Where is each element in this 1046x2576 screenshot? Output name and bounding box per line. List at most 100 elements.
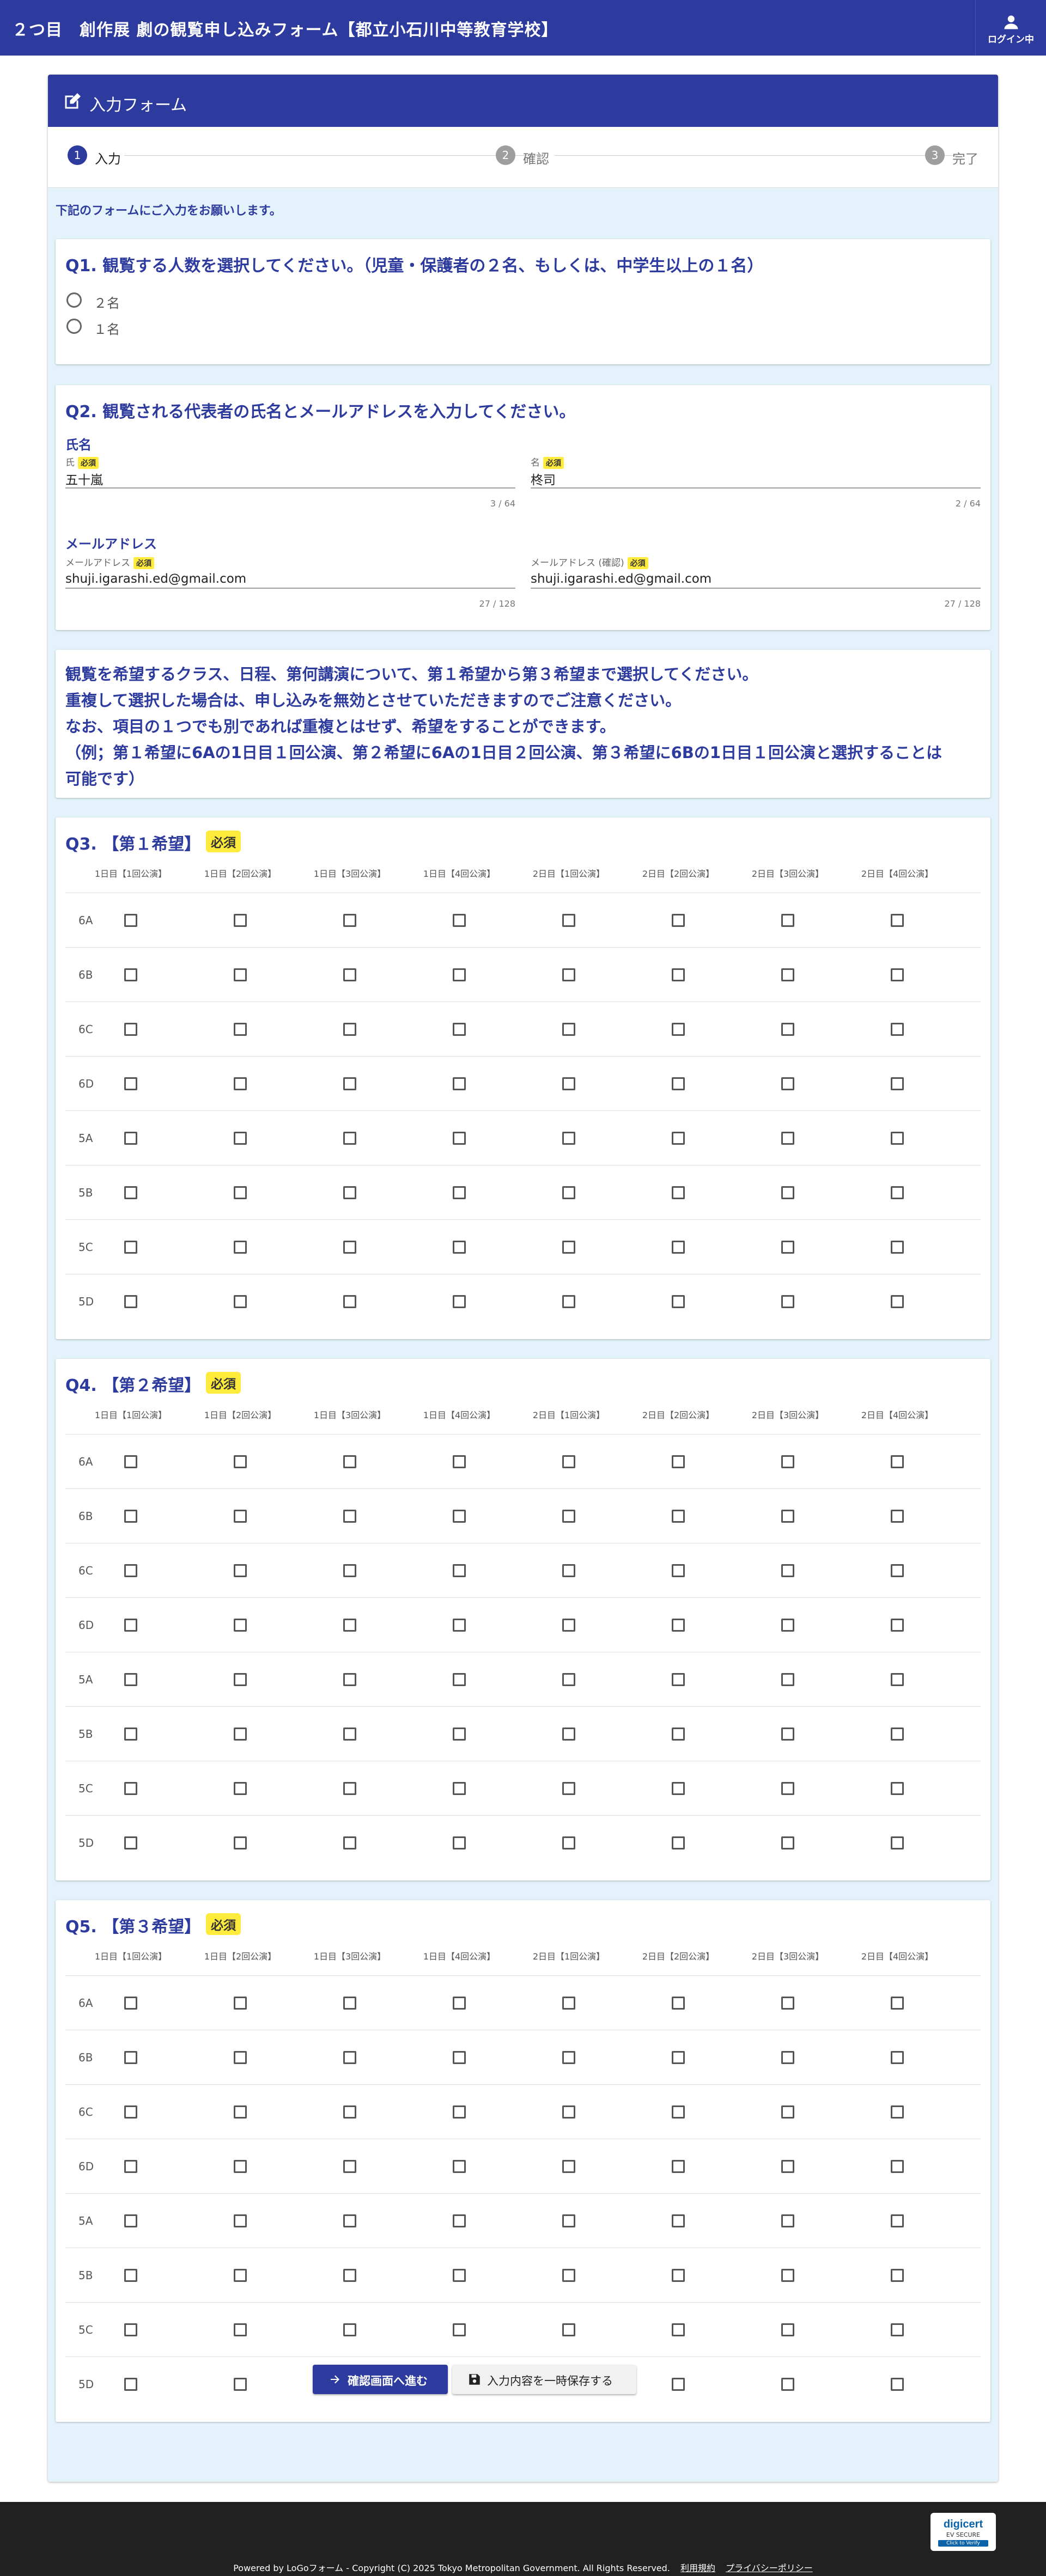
grid-checkbox[interactable] <box>562 2323 575 2336</box>
grid-checkbox[interactable] <box>781 1619 794 1632</box>
grid-checkbox[interactable] <box>234 1455 247 1468</box>
grid-checkbox[interactable] <box>672 2214 685 2227</box>
grid-checkbox[interactable] <box>672 2323 685 2336</box>
grid-checkbox[interactable] <box>234 1564 247 1577</box>
first-name-input[interactable] <box>531 470 981 489</box>
login-status-button[interactable]: ログイン中 <box>975 0 1046 56</box>
grid-checkbox[interactable] <box>781 2269 794 2282</box>
grid-checkbox[interactable] <box>781 1455 794 1468</box>
grid-checkbox[interactable] <box>781 2105 794 2119</box>
grid-checkbox[interactable] <box>672 2160 685 2173</box>
grid-checkbox[interactable] <box>234 2378 247 2391</box>
grid-checkbox[interactable] <box>562 1023 575 1036</box>
grid-checkbox[interactable] <box>453 2323 466 2336</box>
grid-checkbox[interactable] <box>781 1673 794 1686</box>
grid-checkbox[interactable] <box>234 2269 247 2282</box>
grid-checkbox[interactable] <box>343 1564 356 1577</box>
grid-checkbox[interactable] <box>343 2051 356 2064</box>
grid-checkbox[interactable] <box>891 1619 904 1632</box>
grid-checkbox[interactable] <box>343 1455 356 1468</box>
grid-checkbox[interactable] <box>343 1619 356 1632</box>
grid-checkbox[interactable] <box>562 2269 575 2282</box>
grid-checkbox[interactable] <box>453 1295 466 1308</box>
grid-checkbox[interactable] <box>234 1782 247 1795</box>
grid-checkbox[interactable] <box>891 1673 904 1686</box>
grid-checkbox[interactable] <box>562 914 575 927</box>
grid-checkbox[interactable] <box>124 2051 137 2064</box>
grid-checkbox[interactable] <box>562 1673 575 1686</box>
grid-checkbox[interactable] <box>234 968 247 981</box>
grid-checkbox[interactable] <box>562 1997 575 2010</box>
grid-checkbox[interactable] <box>891 914 904 927</box>
grid-checkbox[interactable] <box>343 1186 356 1199</box>
grid-checkbox[interactable] <box>124 1782 137 1795</box>
grid-checkbox[interactable] <box>781 2051 794 2064</box>
grid-checkbox[interactable] <box>453 2105 466 2119</box>
grid-checkbox[interactable] <box>781 2323 794 2336</box>
email-input[interactable] <box>65 570 515 589</box>
grid-checkbox[interactable] <box>124 1727 137 1741</box>
grid-checkbox[interactable] <box>124 968 137 981</box>
grid-checkbox[interactable] <box>453 1132 466 1145</box>
grid-checkbox[interactable] <box>562 1510 575 1523</box>
grid-checkbox[interactable] <box>672 1132 685 1145</box>
grid-checkbox[interactable] <box>891 2214 904 2227</box>
grid-checkbox[interactable] <box>234 2214 247 2227</box>
grid-checkbox[interactable] <box>781 1132 794 1145</box>
grid-checkbox[interactable] <box>234 2323 247 2336</box>
grid-checkbox[interactable] <box>234 1295 247 1308</box>
grid-checkbox[interactable] <box>562 2105 575 2119</box>
grid-checkbox[interactable] <box>234 1132 247 1145</box>
grid-checkbox[interactable] <box>453 2214 466 2227</box>
grid-checkbox[interactable] <box>891 1455 904 1468</box>
grid-checkbox[interactable] <box>562 1727 575 1741</box>
grid-checkbox[interactable] <box>672 2105 685 2119</box>
grid-checkbox[interactable] <box>672 1673 685 1686</box>
grid-checkbox[interactable] <box>781 914 794 927</box>
grid-checkbox[interactable] <box>672 2051 685 2064</box>
grid-checkbox[interactable] <box>234 2051 247 2064</box>
grid-checkbox[interactable] <box>343 1673 356 1686</box>
grid-checkbox[interactable] <box>124 1997 137 2010</box>
grid-checkbox[interactable] <box>562 1077 575 1090</box>
grid-checkbox[interactable] <box>562 1619 575 1632</box>
grid-checkbox[interactable] <box>453 1782 466 1795</box>
grid-checkbox[interactable] <box>453 1997 466 2010</box>
grid-checkbox[interactable] <box>781 1241 794 1254</box>
grid-checkbox[interactable] <box>124 1077 137 1090</box>
grid-checkbox[interactable] <box>891 1295 904 1308</box>
grid-checkbox[interactable] <box>234 1997 247 2010</box>
grid-checkbox[interactable] <box>562 1782 575 1795</box>
grid-checkbox[interactable] <box>562 1241 575 1254</box>
grid-checkbox[interactable] <box>781 1564 794 1577</box>
grid-checkbox[interactable] <box>124 2323 137 2336</box>
grid-checkbox[interactable] <box>343 1132 356 1145</box>
grid-checkbox[interactable] <box>562 1186 575 1199</box>
grid-checkbox[interactable] <box>234 1510 247 1523</box>
grid-checkbox[interactable] <box>672 1077 685 1090</box>
grid-checkbox[interactable] <box>672 2378 685 2391</box>
grid-checkbox[interactable] <box>781 1510 794 1523</box>
grid-checkbox[interactable] <box>124 2105 137 2119</box>
grid-checkbox[interactable] <box>234 1241 247 1254</box>
grid-checkbox[interactable] <box>891 1132 904 1145</box>
grid-checkbox[interactable] <box>453 1186 466 1199</box>
grid-checkbox[interactable] <box>124 1455 137 1468</box>
grid-checkbox[interactable] <box>453 1455 466 1468</box>
grid-checkbox[interactable] <box>672 1455 685 1468</box>
grid-checkbox[interactable] <box>891 1077 904 1090</box>
grid-checkbox[interactable] <box>891 2378 904 2391</box>
grid-checkbox[interactable] <box>672 1564 685 1577</box>
grid-checkbox[interactable] <box>562 1836 575 1849</box>
grid-checkbox[interactable] <box>891 1782 904 1795</box>
grid-checkbox[interactable] <box>234 2160 247 2173</box>
grid-checkbox[interactable] <box>672 1997 685 2010</box>
grid-checkbox[interactable] <box>672 1295 685 1308</box>
grid-checkbox[interactable] <box>891 1186 904 1199</box>
grid-checkbox[interactable] <box>562 1132 575 1145</box>
grid-checkbox[interactable] <box>234 1836 247 1849</box>
grid-checkbox[interactable] <box>672 1510 685 1523</box>
grid-checkbox[interactable] <box>562 968 575 981</box>
grid-checkbox[interactable] <box>672 1619 685 1632</box>
grid-checkbox[interactable] <box>343 1295 356 1308</box>
